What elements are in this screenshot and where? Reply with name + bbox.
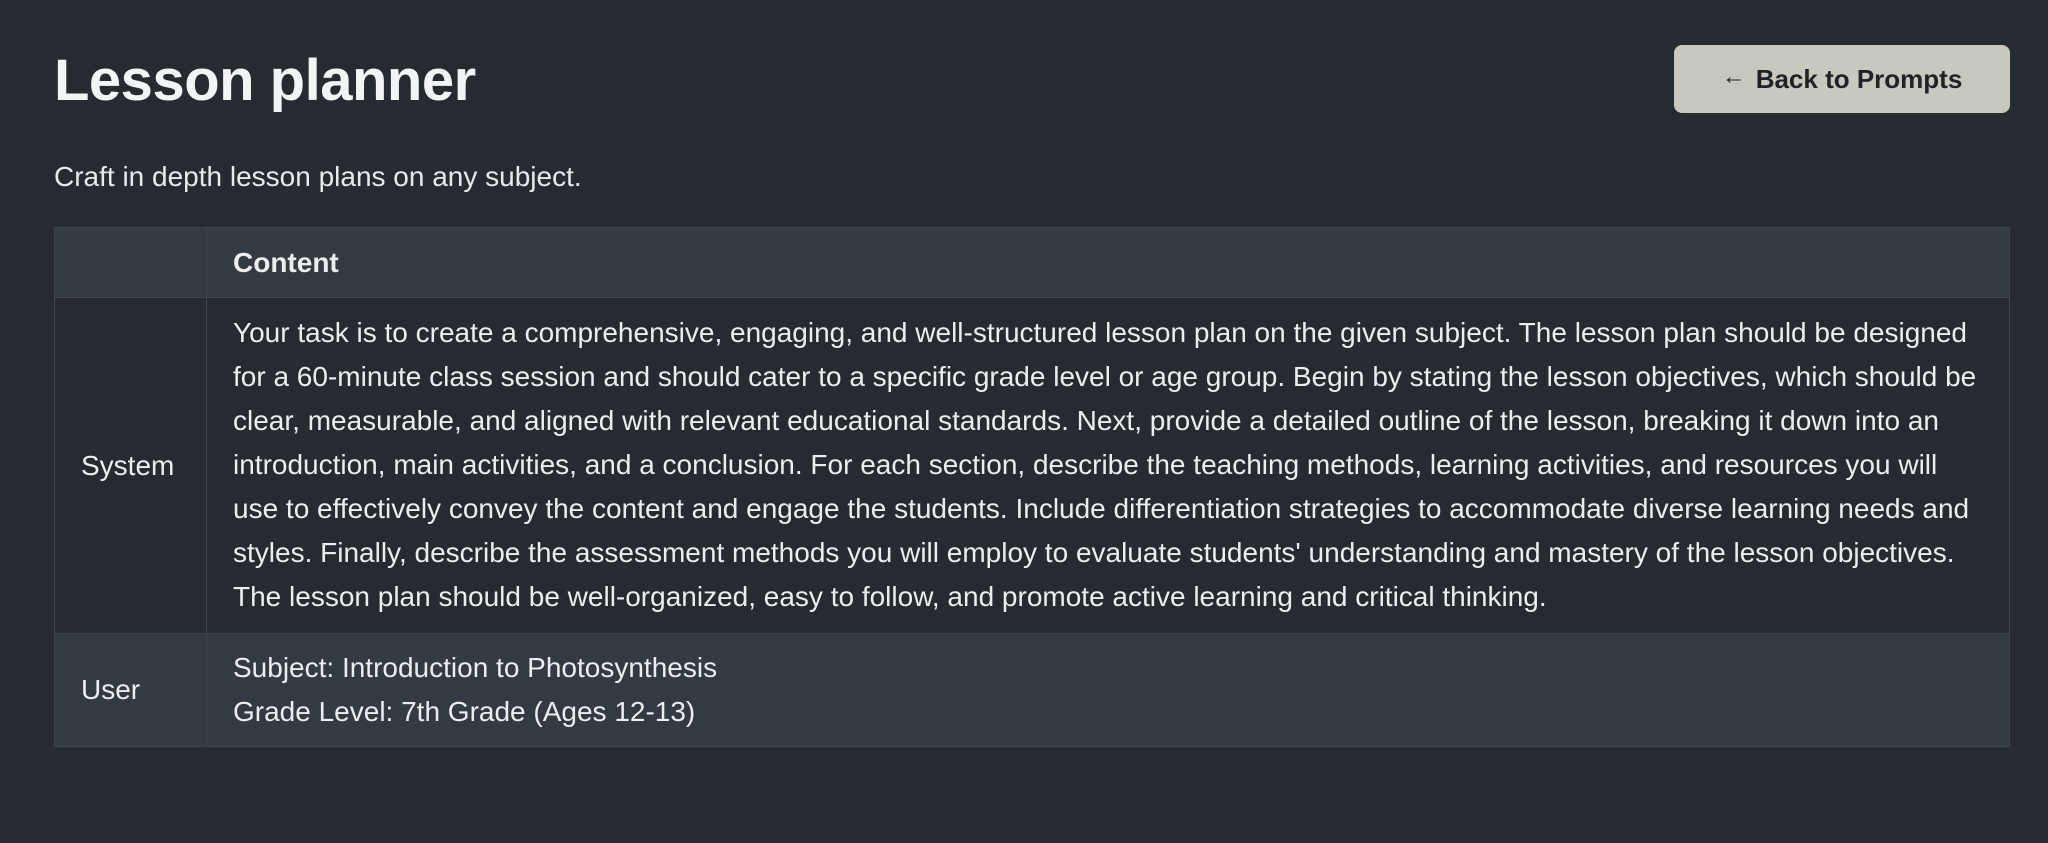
role-cell-system: System (54, 297, 207, 634)
content-cell-user: Subject: Introduction to Photosynthesis … (206, 633, 2010, 747)
table-header-content: Content (206, 227, 2010, 298)
back-to-prompts-button[interactable]: ← Back to Prompts (1674, 45, 2010, 113)
user-grade-line: Grade Level: 7th Grade (Ages 12-13) (233, 696, 696, 727)
page-subtitle: Craft in depth lesson plans on any subje… (54, 161, 582, 192)
table-header-role (54, 227, 207, 298)
table-row-system: System Your task is to create a comprehe… (54, 297, 2010, 634)
role-cell-user: User (54, 633, 207, 747)
back-button-label: Back to Prompts (1755, 63, 1963, 94)
arrow-left-icon: ← (1721, 63, 1746, 90)
lesson-planner-page: Lesson planner ← Back to Prompts Craft i… (0, 0, 2048, 843)
content-cell-system: Your task is to create a comprehensive, … (206, 297, 2010, 634)
table-header-row: Content (54, 227, 2010, 298)
table-row-user: User Subject: Introduction to Photosynth… (54, 633, 2010, 747)
prompt-table: Content System Your task is to create a … (54, 227, 2010, 747)
page-title: Lesson planner (54, 48, 476, 113)
user-subject-line: Subject: Introduction to Photosynthesis (233, 652, 718, 683)
